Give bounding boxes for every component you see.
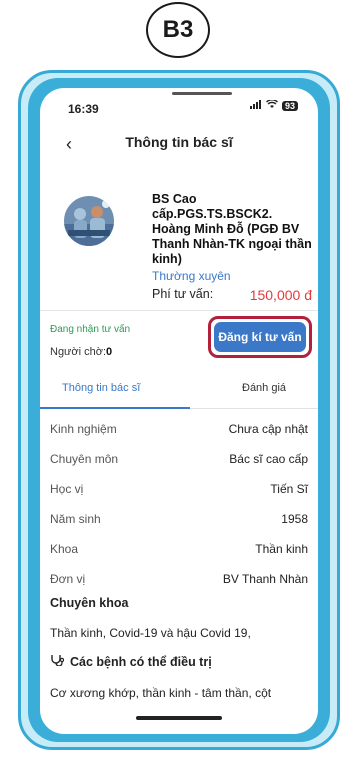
doctor-name: BS Cao cấp.PGS.TS.BSCK2. Hoàng Minh Đỗ (… <box>152 192 312 266</box>
info-value: BV Thanh Nhàn <box>222 572 308 586</box>
info-label: Khoa <box>50 542 79 556</box>
specialty-text: Thần kinh, Covid-19 và hậu Covid 19, <box>50 626 251 640</box>
wifi-icon <box>266 99 278 112</box>
status-bar: 16:39 93 <box>40 88 318 124</box>
tab-reviews[interactable]: Đánh giá <box>242 382 286 394</box>
notch-indicator <box>172 92 232 95</box>
info-row: Đơn vị BV Thanh Nhàn <box>50 572 308 586</box>
step-badge: B3 <box>146 2 210 58</box>
home-indicator <box>136 716 222 720</box>
divider <box>40 310 318 311</box>
stethoscope-icon <box>50 654 65 669</box>
info-row: Học vị Tiến Sĩ <box>50 482 308 496</box>
info-value: Bác sĩ cao cấp <box>229 452 308 466</box>
info-row: Chuyên môn Bác sĩ cao cấp <box>50 452 308 466</box>
info-row: Kinh nghiệm Chưa cập nhật <box>50 422 308 436</box>
status-time: 16:39 <box>68 102 99 116</box>
info-row: Khoa Thần kinh <box>50 542 308 556</box>
tab-bar: Thông tin bác sĩ Đánh giá <box>40 370 318 409</box>
info-label: Chuyên môn <box>50 452 119 466</box>
waiting-count: Người chờ:0 <box>50 346 112 358</box>
status-icons: 93 <box>249 99 298 112</box>
info-label: Học vị <box>50 482 84 496</box>
consult-status: Đang nhận tư vấn <box>50 324 131 335</box>
waiting-number: 0 <box>106 346 113 358</box>
fee-row: Phí tư vấn: 150,000 đ <box>152 287 312 303</box>
header: ‹ Thông tin bác sĩ <box>40 128 318 158</box>
info-value: Thần kinh <box>255 542 308 556</box>
info-value: Tiến Sĩ <box>270 482 308 496</box>
tab-doctor-info[interactable]: Thông tin bác sĩ <box>62 382 140 394</box>
phone-screen: 16:39 93 ‹ Thông tin bác sĩ BS Cao cấp.P… <box>40 88 318 734</box>
waiting-label: Người chờ: <box>50 346 107 358</box>
info-value: Chưa cập nhật <box>228 422 308 436</box>
fee-value: 150,000 đ <box>249 287 312 303</box>
info-value: 1958 <box>281 512 308 526</box>
active-tab-indicator <box>40 407 190 409</box>
register-consult-button[interactable]: Đăng kí tư vấn <box>214 322 306 352</box>
info-row: Năm sinh 1958 <box>50 512 308 526</box>
frequency-tag: Thường xuyên <box>152 269 231 283</box>
page-title: Thông tin bác sĩ <box>125 134 233 150</box>
specialty-title: Chuyên khoa <box>50 596 129 610</box>
info-label: Đơn vị <box>50 572 86 586</box>
doctor-avatar[interactable] <box>64 196 114 246</box>
doctor-info: BS Cao cấp.PGS.TS.BSCK2. Hoàng Minh Đỗ (… <box>152 192 312 303</box>
diseases-text: Cơ xương khớp, thần kinh - tâm thần, cột <box>50 686 272 700</box>
fee-label: Phí tư vấn: <box>152 287 214 301</box>
battery-icon: 93 <box>281 101 298 111</box>
diseases-heading: Các bệnh có thể điều trị <box>50 654 212 669</box>
info-label: Năm sinh <box>50 512 101 526</box>
signal-icon <box>249 100 262 112</box>
diseases-title: Các bệnh có thể điều trị <box>70 655 212 669</box>
info-label: Kinh nghiệm <box>50 422 117 436</box>
